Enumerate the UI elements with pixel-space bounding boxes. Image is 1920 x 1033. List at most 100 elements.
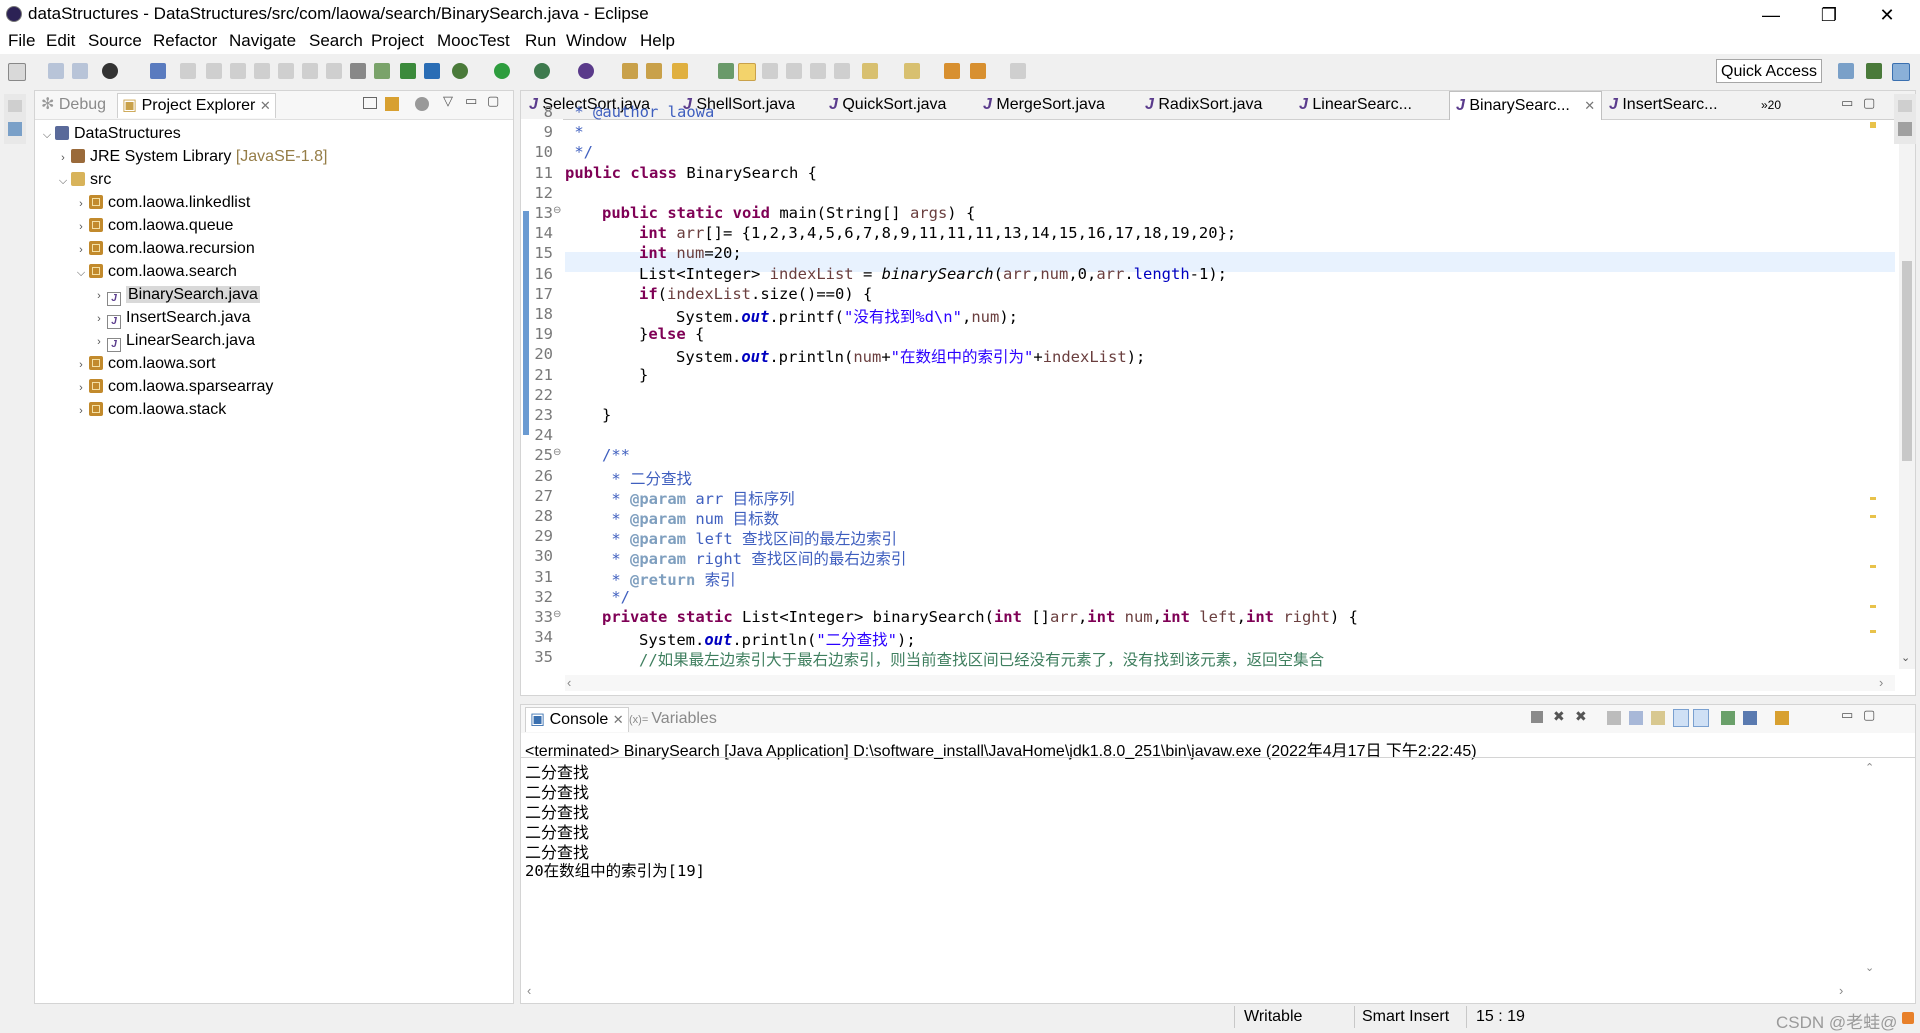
debug-icon[interactable] — [452, 63, 468, 79]
insert-mode-status[interactable]: Smart Insert — [1362, 1008, 1449, 1026]
open-type-icon[interactable] — [646, 63, 662, 79]
breakpoints-icon[interactable] — [8, 122, 22, 136]
tree-item-jre[interactable]: › JRE System Library [JavaSE-1.8] — [55, 146, 327, 168]
chevron-down-icon[interactable]: ⌄ — [1901, 651, 1910, 664]
pin-console-icon[interactable] — [1721, 711, 1735, 725]
chevron-right-icon[interactable]: › — [73, 400, 89, 422]
restore-icon[interactable] — [1898, 100, 1912, 112]
fold-toggle-icon[interactable]: ⊖ — [553, 205, 561, 216]
tab-project-explorer[interactable]: ▣ Project Explorer ✕ — [117, 93, 276, 118]
chevron-right-icon[interactable]: › — [55, 147, 71, 169]
menu-help[interactable]: Help — [640, 31, 675, 51]
tree-item-project[interactable]: ⌵ DataStructures — [39, 123, 181, 145]
collapse-all-icon[interactable] — [363, 97, 377, 109]
block-selection-icon[interactable] — [762, 63, 778, 79]
save-icon[interactable] — [48, 63, 64, 79]
console-horizontal-scrollbar[interactable]: ‹ › — [525, 983, 1855, 999]
close-icon[interactable]: ✕ — [613, 712, 624, 727]
maximize-icon[interactable]: ▢ — [1863, 95, 1875, 111]
skip-breakpoints-icon[interactable] — [150, 63, 166, 79]
pilcrow-icon[interactable] — [834, 63, 850, 79]
remove-launch-icon[interactable]: ✖ — [1553, 708, 1565, 725]
overview-mark[interactable] — [1870, 122, 1876, 128]
external-tools-icon[interactable] — [578, 63, 594, 79]
step-return-icon[interactable] — [326, 63, 342, 79]
fold-toggle-icon[interactable]: ⊖ — [553, 447, 561, 458]
tree-item-file[interactable]: › J BinarySearch.java — [91, 284, 260, 306]
view-menu-icon[interactable]: ▽ — [443, 93, 453, 109]
tree-item-package[interactable]: › com.laowa.sparsearray — [73, 376, 273, 398]
terminate-icon[interactable] — [230, 63, 246, 79]
notification-icon[interactable] — [1902, 1012, 1914, 1024]
new-package-icon[interactable] — [622, 63, 638, 79]
tree-item-package[interactable]: ⌵ com.laowa.search — [73, 261, 237, 283]
menu-navigate[interactable]: Navigate — [229, 31, 296, 51]
chevron-left-icon[interactable]: ‹ — [527, 983, 531, 998]
word-wrap-icon[interactable] — [786, 63, 802, 79]
new-icon[interactable] — [8, 63, 26, 81]
chevron-right-icon[interactable]: › — [73, 216, 89, 238]
scrollbar-thumb[interactable] — [1902, 261, 1912, 461]
annotation-icon[interactable] — [718, 63, 734, 79]
maximize-button[interactable]: ❐ — [1806, 2, 1852, 28]
maximize-icon[interactable]: ▢ — [1863, 707, 1875, 723]
chevron-right-icon[interactable]: › — [91, 285, 107, 307]
next-annotation-icon[interactable] — [862, 63, 878, 79]
minimize-icon[interactable]: ▭ — [1841, 95, 1853, 111]
clear-console-icon[interactable] — [1607, 711, 1621, 725]
suspend-icon[interactable] — [206, 63, 222, 79]
show-on-stderr-icon[interactable] — [1693, 709, 1709, 727]
tree-item-src[interactable]: ⌵ src — [55, 169, 112, 192]
overview-mark[interactable] — [1870, 630, 1876, 633]
fold-toggle-icon[interactable]: ⊖ — [553, 609, 561, 620]
mark-occurrences-icon[interactable] — [738, 63, 756, 81]
restore-icon[interactable] — [8, 100, 22, 112]
word-wrap-icon[interactable] — [1651, 711, 1665, 725]
tree-item-package[interactable]: › com.laowa.recursion — [73, 238, 255, 260]
save-all-icon[interactable] — [72, 63, 88, 79]
overview-mark[interactable] — [1870, 605, 1876, 608]
close-button[interactable]: ✕ — [1864, 2, 1910, 28]
console-vertical-scrollbar[interactable]: ⌃ ⌄ — [1863, 761, 1879, 979]
open-task-icon[interactable] — [374, 63, 390, 79]
menu-mooctest[interactable]: MoocTest — [437, 31, 510, 51]
open-console-icon[interactable] — [1775, 711, 1789, 725]
menu-window[interactable]: Window — [566, 31, 626, 51]
minimize-button[interactable]: — — [1748, 2, 1794, 28]
menu-edit[interactable]: Edit — [46, 31, 75, 51]
tree-item-package[interactable]: › com.laowa.stack — [73, 399, 226, 421]
tree-item-package[interactable]: › com.laowa.sort — [73, 353, 215, 375]
chevron-right-icon[interactable]: › — [91, 308, 107, 330]
tab-linearsearch[interactable]: J LinearSearc... — [1299, 91, 1412, 119]
chevron-right-icon[interactable]: › — [91, 331, 107, 353]
chevron-left-icon[interactable]: ‹ — [567, 675, 571, 690]
search-icon[interactable] — [672, 63, 688, 79]
tab-radixsort[interactable]: J RadixSort.java — [1145, 91, 1262, 119]
menu-refactor[interactable]: Refactor — [153, 31, 217, 51]
quick-access-input[interactable]: Quick Access — [1716, 59, 1822, 83]
aspect-icon[interactable] — [424, 63, 440, 79]
link-with-editor-icon[interactable] — [385, 97, 399, 111]
chevron-down-icon[interactable]: ⌵ — [55, 170, 71, 192]
close-icon[interactable]: ✕ — [260, 98, 271, 113]
chevron-right-icon[interactable]: › — [1839, 983, 1843, 998]
outline-icon[interactable] — [1898, 122, 1912, 136]
chevron-right-icon[interactable]: › — [73, 239, 89, 261]
console-icon[interactable] — [350, 63, 366, 79]
java-perspective-icon[interactable] — [1892, 63, 1910, 81]
remove-all-icon[interactable]: ✖ — [1575, 708, 1587, 725]
resume-icon[interactable] — [180, 63, 196, 79]
web-icon[interactable] — [400, 63, 416, 79]
chevron-right-icon[interactable]: › — [73, 377, 89, 399]
open-perspective-icon[interactable] — [1838, 63, 1854, 79]
step-into-icon[interactable] — [278, 63, 294, 79]
tab-binarysearch[interactable]: J BinarySearc... ✕ — [1449, 91, 1603, 120]
debug-perspective-icon[interactable] — [1866, 63, 1882, 79]
close-icon[interactable]: ✕ — [1584, 98, 1595, 113]
tree-item-file[interactable]: › J LinearSearch.java — [91, 330, 255, 352]
chevron-right-icon[interactable]: › — [1879, 675, 1883, 690]
tab-overflow[interactable]: »20 — [1761, 91, 1781, 119]
coverage-icon[interactable] — [534, 63, 550, 79]
tree-item-file[interactable]: › J InsertSearch.java — [91, 307, 251, 329]
back-icon[interactable] — [970, 63, 986, 79]
